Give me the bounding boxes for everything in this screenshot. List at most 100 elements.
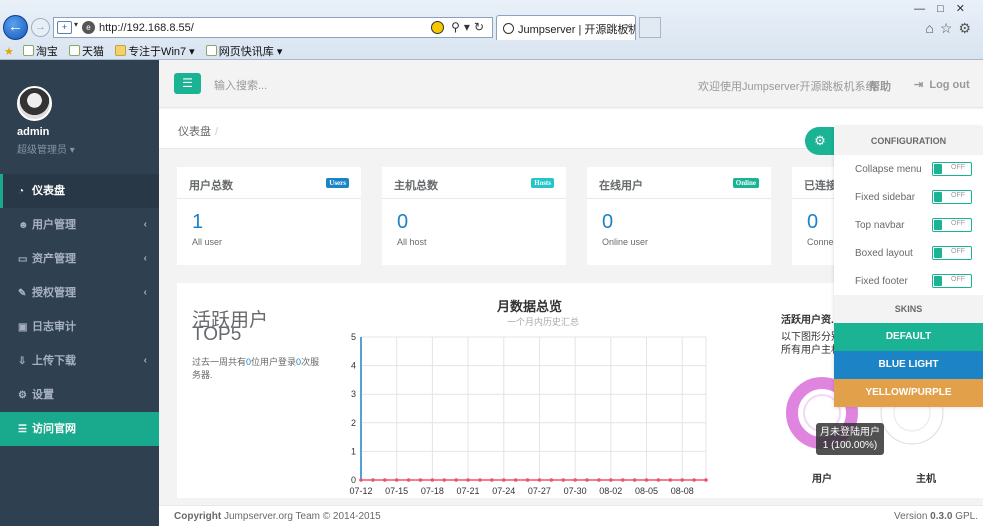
card-sub: Online user	[602, 237, 649, 247]
sidebar-item-official-site[interactable]: ☰ 访问官网	[0, 412, 159, 446]
help-link[interactable]: 帮助	[869, 78, 891, 94]
card-value[interactable]: 0	[397, 211, 566, 234]
toggle-switch[interactable]: OFF	[932, 274, 972, 288]
card-title: 在线用户	[599, 180, 643, 192]
home-icon[interactable]: ⌂	[925, 20, 939, 36]
favorites-bar: ★ 淘宝 天猫 专注于Win7 ▾ 网页快讯库 ▾	[0, 40, 983, 60]
sidebar-item-logs[interactable]: ▣ 日志审计	[0, 310, 159, 344]
series-point	[585, 478, 589, 482]
sidebar-item-settings[interactable]: ⚙ 设置	[0, 378, 159, 412]
window-controls[interactable]: —□✕	[908, 0, 983, 17]
close-icon[interactable]: ×	[625, 21, 631, 33]
database-icon: ☰	[18, 424, 27, 435]
chart-tooltip: 月未登陆用户 1 (100.00%)	[816, 423, 884, 455]
sidebar-item-dashboard[interactable]: ◔ 仪表盘	[0, 174, 159, 208]
avatar[interactable]	[17, 86, 52, 121]
breadcrumb-separator: /	[215, 126, 219, 138]
card-hosts: 主机总数 Hosts 0 All host	[382, 167, 566, 265]
address-tools[interactable]: ⚲▾↻	[430, 20, 488, 35]
sidebar-item-permissions[interactable]: ✎ 授权管理 ‹	[0, 276, 159, 310]
skin-blue-light-button[interactable]: BLUE LIGHT	[834, 351, 983, 379]
tab-title: Jumpserver | 开源跳板机...	[518, 24, 636, 36]
x-tick-label: 08-02	[599, 486, 622, 496]
fav-taobao[interactable]: 淘宝	[22, 45, 58, 58]
search-icon[interactable]: ⚲	[451, 20, 464, 34]
menu-toggle-button[interactable]: ☰	[174, 73, 201, 94]
star-icon[interactable]: ☆	[940, 20, 959, 36]
series-point	[692, 478, 696, 482]
chevron-left-icon: ‹	[143, 355, 147, 366]
toggle-switch[interactable]: OFF	[932, 190, 972, 204]
close-window-icon[interactable]: ✕	[956, 3, 977, 15]
series-point	[609, 478, 613, 482]
x-tick-label: 07-18	[421, 486, 444, 496]
series-point	[442, 478, 447, 482]
log-icon: ▣	[18, 322, 28, 333]
config-toggle-button[interactable]: ⚙	[805, 127, 835, 155]
copyright-label: Copyright	[174, 511, 222, 522]
copyright-text: Jumpserver.org Team © 2014-2015	[221, 511, 381, 522]
toggle-switch[interactable]: OFF	[932, 246, 972, 260]
top5-subtitle: TOP5	[192, 324, 242, 345]
footer: Copyright Jumpserver.org Team © 2014-201…	[159, 505, 983, 526]
chevron-down-icon[interactable]: ▾	[464, 20, 474, 34]
option-top-navbar: Top navbar OFF	[834, 211, 983, 239]
sidebar: admin 超级管理员 ▾ ◔ 仪表盘 ☻ 用户管理 ‹ ▭ 资产管理 ‹ ✎ 授权管理 ‹ …	[0, 60, 159, 526]
series-point	[382, 478, 387, 482]
kiwi-icon[interactable]	[430, 21, 444, 35]
toggle-switch[interactable]: OFF	[932, 162, 972, 176]
chevron-down-icon[interactable]: ▾	[74, 20, 78, 29]
y-tick-label: 0	[351, 475, 356, 485]
user-name[interactable]: admin	[17, 126, 159, 138]
users-icon: ☻	[18, 220, 29, 231]
address-bar[interactable]: + ▾ e http://192.168.8.55/ ⚲▾↻	[53, 17, 493, 38]
fav-webslice[interactable]: 网页快讯库 ▾	[205, 45, 282, 58]
toggle-switch[interactable]: OFF	[932, 218, 972, 232]
new-tab-button[interactable]	[639, 17, 661, 38]
y-tick-label: 5	[351, 332, 356, 342]
edit-icon: ✎	[18, 288, 27, 299]
gear-icon[interactable]: ⚙	[958, 20, 977, 36]
online-badge: Online	[732, 178, 759, 188]
series-point	[466, 478, 470, 482]
breadcrumb-dashboard[interactable]: 仪表盘	[178, 126, 211, 138]
compat-icon[interactable]: +	[57, 21, 72, 34]
series-point	[704, 478, 708, 482]
option-fixed-footer: Fixed footer OFF	[834, 267, 983, 295]
config-header: CONFIGURATION	[834, 127, 983, 155]
user-donut-label: 用户	[812, 474, 832, 485]
favicon-icon	[503, 23, 514, 34]
sidebar-item-users[interactable]: ☻ 用户管理 ‹	[0, 208, 159, 242]
x-tick-label: 07-15	[385, 486, 408, 496]
sidebar-item-transfer[interactable]: ⇩ 上传下载 ‹	[0, 344, 159, 378]
back-button[interactable]: ←	[3, 15, 28, 40]
chart-title: 月数据总览	[497, 299, 563, 314]
card-value[interactable]: 1	[192, 211, 361, 234]
maximize-icon[interactable]: □	[937, 3, 956, 15]
fav-win7[interactable]: 专注于Win7 ▾	[115, 45, 195, 58]
browser-tab[interactable]: Jumpserver | 开源跳板机... ×	[496, 15, 636, 40]
series-point	[478, 478, 482, 482]
search-input[interactable]: 输入搜索...	[214, 77, 267, 93]
forward-button[interactable]: →	[31, 18, 50, 37]
browser-right-icons[interactable]: ⌂☆⚙	[925, 20, 977, 37]
logout-link[interactable]: ⇥ Log out	[914, 78, 970, 91]
series-point	[501, 478, 506, 482]
minimize-icon[interactable]: —	[914, 3, 937, 15]
skin-default-button[interactable]: DEFAULT	[834, 323, 983, 351]
card-value[interactable]: 0	[602, 211, 771, 234]
url-text[interactable]: http://192.168.8.55/	[99, 22, 194, 34]
x-tick-label: 07-30	[564, 486, 587, 496]
user-role-dropdown[interactable]: 超级管理员 ▾	[17, 141, 159, 156]
series-point	[513, 478, 518, 482]
option-collapse-menu: Collapse menu OFF	[834, 155, 983, 183]
series-point	[561, 478, 566, 482]
refresh-icon[interactable]: ↻	[474, 20, 488, 34]
skin-yellow-purple-button[interactable]: YELLOW/PURPLE	[834, 379, 983, 407]
favorites-star-icon[interactable]: ★	[4, 46, 14, 58]
series-point	[680, 478, 685, 482]
fav-tmall[interactable]: 天猫	[69, 45, 104, 58]
sidebar-item-assets[interactable]: ▭ 资产管理 ‹	[0, 242, 159, 276]
card-sub: All host	[397, 237, 427, 247]
x-tick-label: 07-24	[492, 486, 515, 496]
